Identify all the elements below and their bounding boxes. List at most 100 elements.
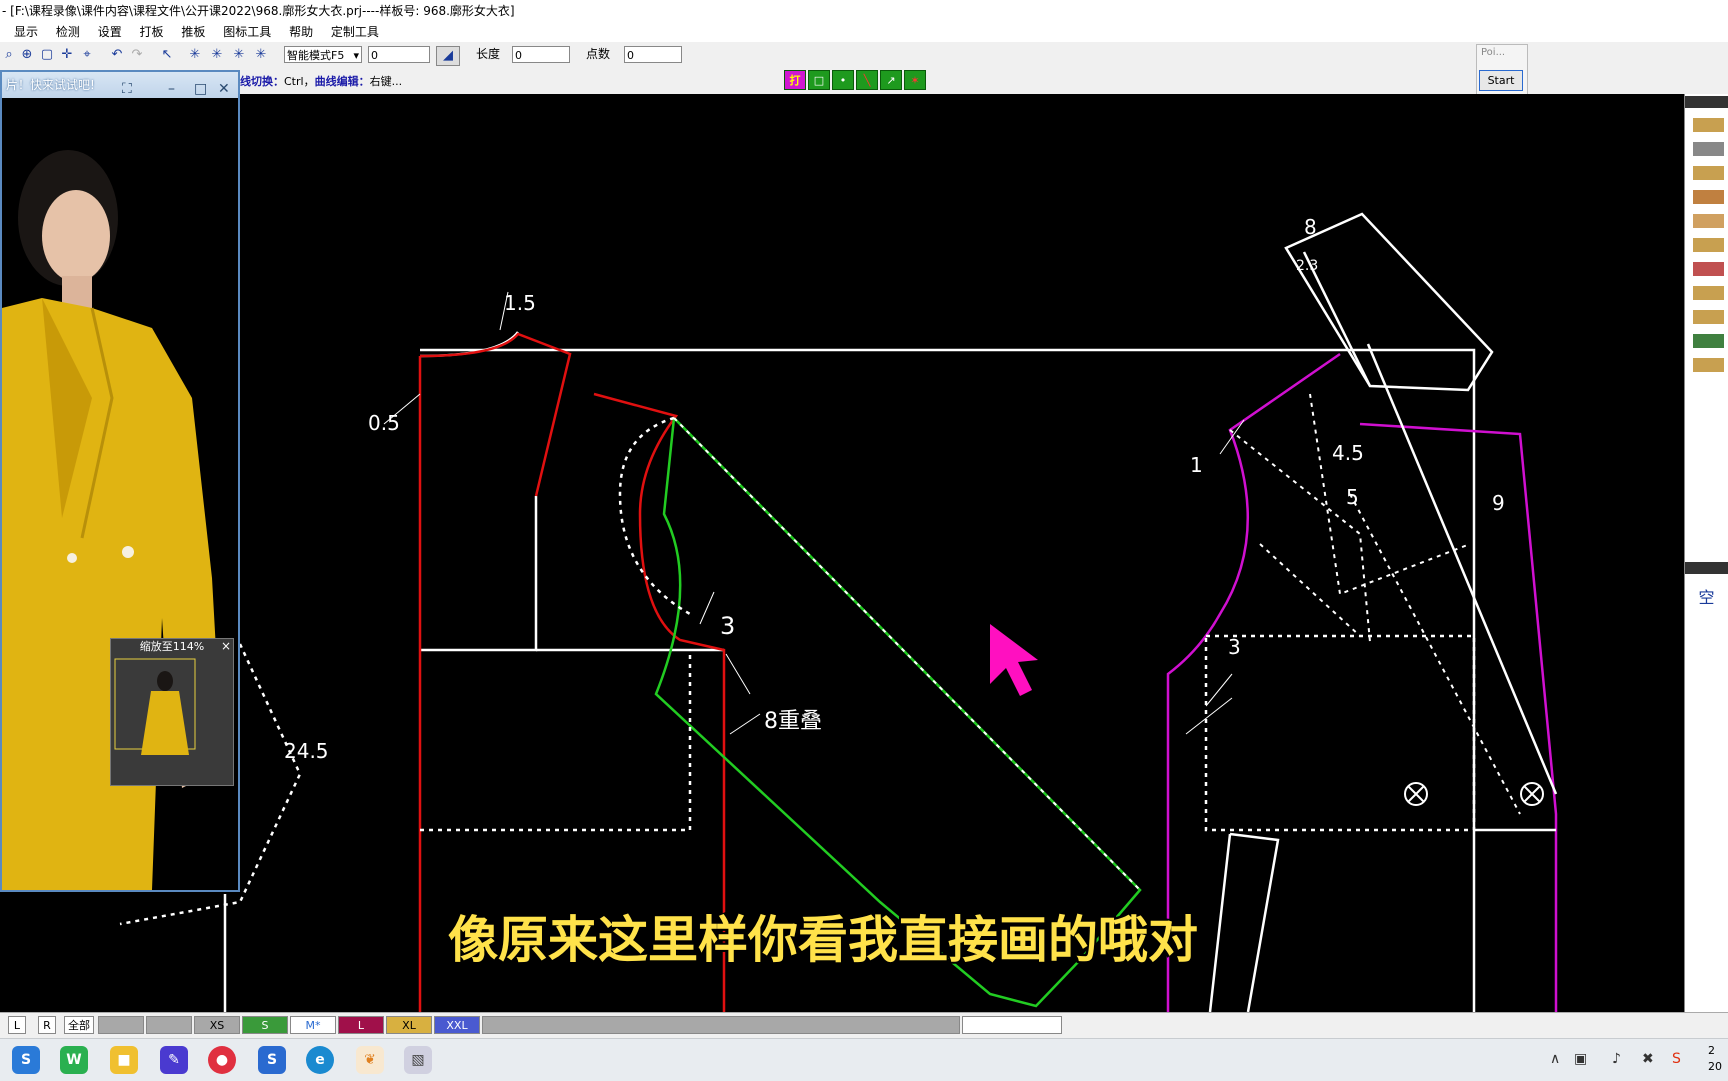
menu-pattern[interactable]: 打板 xyxy=(140,22,164,42)
length-input[interactable]: 0 xyxy=(512,46,570,63)
recorder-icon[interactable]: ● xyxy=(208,1046,236,1074)
wechat-icon[interactable]: W xyxy=(60,1046,88,1074)
redo-icon[interactable]: ↷ xyxy=(128,46,146,64)
shield-icon[interactable]: S xyxy=(258,1046,286,1074)
size-bar: L R 全部 XS S M* L XL XXL xyxy=(0,1012,1728,1039)
size-empty-2[interactable] xyxy=(146,1016,192,1034)
ruler-icon[interactable]: ◢ xyxy=(436,46,460,66)
collar-piece xyxy=(1284,212,1494,392)
label-3-right: 3 xyxy=(1228,635,1241,659)
sogou-icon[interactable]: S xyxy=(12,1046,40,1074)
menu-display[interactable]: 显示 xyxy=(14,22,38,42)
label-2-3: 2.3 xyxy=(1296,258,1318,274)
size-l-button[interactable]: L xyxy=(8,1016,26,1034)
undo-icon[interactable]: ↶ xyxy=(108,46,126,64)
node-tool3-icon[interactable]: ✳ xyxy=(230,46,248,64)
seam-tool-icon[interactable] xyxy=(1693,310,1724,324)
zoom-region-icon[interactable]: ⌖ xyxy=(78,46,96,64)
menu-grading[interactable]: 推板 xyxy=(181,22,205,42)
hint-text: 线切换：Ctrl，曲线编辑：右键... xyxy=(240,75,403,88)
size-m[interactable]: M* xyxy=(290,1016,336,1034)
node-tool4-icon[interactable]: ✳ xyxy=(252,46,270,64)
size-xl[interactable]: XL xyxy=(386,1016,432,1034)
notch-tool-icon[interactable] xyxy=(1693,358,1724,372)
window-title: - [F:\课程录像\课件内容\课程文件\公开课2022\968.廓形女大衣.p… xyxy=(0,0,1728,22)
size-empty-row[interactable] xyxy=(482,1016,960,1034)
leader-lines xyxy=(383,291,1245,735)
line-tool-icon[interactable] xyxy=(1693,142,1724,156)
magenta-shoulder xyxy=(1359,422,1558,1012)
drawing-canvas[interactable]: 1.5 0.5 3 8重叠 24.5 8 2.3 1 4.5 5 9 3 xyxy=(0,94,1684,1012)
size-s[interactable]: S xyxy=(242,1016,288,1034)
menu-bar: 显示 检测 设置 打板 推板 图标工具 帮助 定制工具 xyxy=(0,22,1728,42)
size-l[interactable]: L xyxy=(338,1016,384,1034)
network-icon[interactable]: ✖ xyxy=(1642,1051,1654,1067)
rect-tool-button[interactable]: □ xyxy=(808,70,830,90)
poi-title: Poi... xyxy=(1481,47,1506,58)
video-subtitle: 像原来这里样你看我直接画的哦对 xyxy=(448,911,1198,969)
start-button[interactable]: Start xyxy=(1479,70,1523,91)
arrow-tool-button[interactable]: ↗ xyxy=(880,70,902,90)
menu-settings[interactable]: 设置 xyxy=(98,22,122,42)
pencil-tool-icon[interactable] xyxy=(1693,118,1724,132)
menu-custom-tools[interactable]: 定制工具 xyxy=(331,22,379,42)
browser-icon[interactable]: e xyxy=(306,1046,334,1074)
zoom-in-icon[interactable]: ⊕ xyxy=(18,46,36,64)
cut-tool-icon[interactable] xyxy=(1693,262,1724,276)
line-tool-button[interactable]: ╲ xyxy=(856,70,878,90)
value-input[interactable]: 0 xyxy=(368,46,430,63)
butterfly-icon[interactable]: ❦ xyxy=(356,1046,384,1074)
thumbnail-close-icon[interactable]: × xyxy=(221,639,231,653)
volume-icon[interactable]: ♪ xyxy=(1612,1051,1621,1067)
size-xs[interactable]: XS xyxy=(194,1016,240,1034)
folder-icon[interactable]: ■ xyxy=(110,1046,138,1074)
mode-select[interactable]: 智能模式F5 ▾ xyxy=(284,46,362,63)
node-tool2-icon[interactable]: ✳ xyxy=(208,46,226,64)
panel-divider xyxy=(1685,562,1728,574)
dart-tool-icon[interactable] xyxy=(1693,238,1724,252)
mark-tool-button[interactable]: ✶ xyxy=(904,70,926,90)
measure-tool-icon[interactable] xyxy=(1693,190,1724,204)
points-input[interactable]: 0 xyxy=(624,46,682,63)
camera-icon[interactable]: ▣ xyxy=(1574,1051,1587,1067)
fit-window-icon[interactable]: ▢ xyxy=(38,46,56,64)
zoom-thumbnail[interactable]: 缩放至114% × xyxy=(110,638,234,786)
size-all-button[interactable]: 全部 xyxy=(64,1016,94,1034)
size-empty-1[interactable] xyxy=(98,1016,144,1034)
select-icon[interactable]: ↖ xyxy=(158,46,176,64)
label-4-5: 4.5 xyxy=(1332,441,1364,465)
belt-strip xyxy=(1208,832,1280,1012)
menu-icon-tools[interactable]: 图标工具 xyxy=(223,22,271,42)
label-8-overlap: 8重叠 xyxy=(764,709,822,734)
zoom-icon[interactable]: ⌕ xyxy=(0,46,18,64)
quick-tools: 打 □ • ╲ ↗ ✶ xyxy=(784,70,928,92)
size-r-button[interactable]: R xyxy=(38,1016,56,1034)
curve-tool-icon[interactable] xyxy=(1693,214,1724,228)
size-xxl[interactable]: XXL xyxy=(434,1016,480,1034)
input-method-icon[interactable]: S xyxy=(1672,1051,1681,1067)
label-1: 1 xyxy=(1190,453,1203,477)
panel-header xyxy=(1685,96,1728,108)
node-tool-icon[interactable]: ✳ xyxy=(186,46,204,64)
right-tool-panel: 空 xyxy=(1684,94,1728,1012)
image-app-icon[interactable]: ▧ xyxy=(404,1046,432,1074)
fold-tool-icon[interactable] xyxy=(1693,286,1724,300)
ruler-tool-icon[interactable] xyxy=(1693,166,1724,180)
point-tool-button[interactable]: • xyxy=(832,70,854,90)
red-neck xyxy=(419,332,572,497)
right-dotted-box xyxy=(1204,634,1476,832)
pan-icon[interactable]: ✛ xyxy=(58,46,76,64)
clock[interactable]: 2 20 xyxy=(1708,1043,1722,1075)
text-tool-icon[interactable] xyxy=(1693,334,1724,348)
dotted-hem xyxy=(420,650,692,832)
points-label: 点数 xyxy=(586,47,611,61)
chevron-up-icon[interactable]: ∧ xyxy=(1550,1051,1560,1067)
drawing-app-icon[interactable]: ✎ xyxy=(160,1046,188,1074)
label-3-left: 3 xyxy=(720,612,735,640)
empty-label: 空 xyxy=(1698,588,1715,607)
left-white-block xyxy=(420,496,538,652)
menu-help[interactable]: 帮助 xyxy=(289,22,313,42)
menu-check[interactable]: 检测 xyxy=(56,22,80,42)
print-tool-button[interactable]: 打 xyxy=(784,70,806,90)
label-0-5: 0.5 xyxy=(368,411,400,435)
